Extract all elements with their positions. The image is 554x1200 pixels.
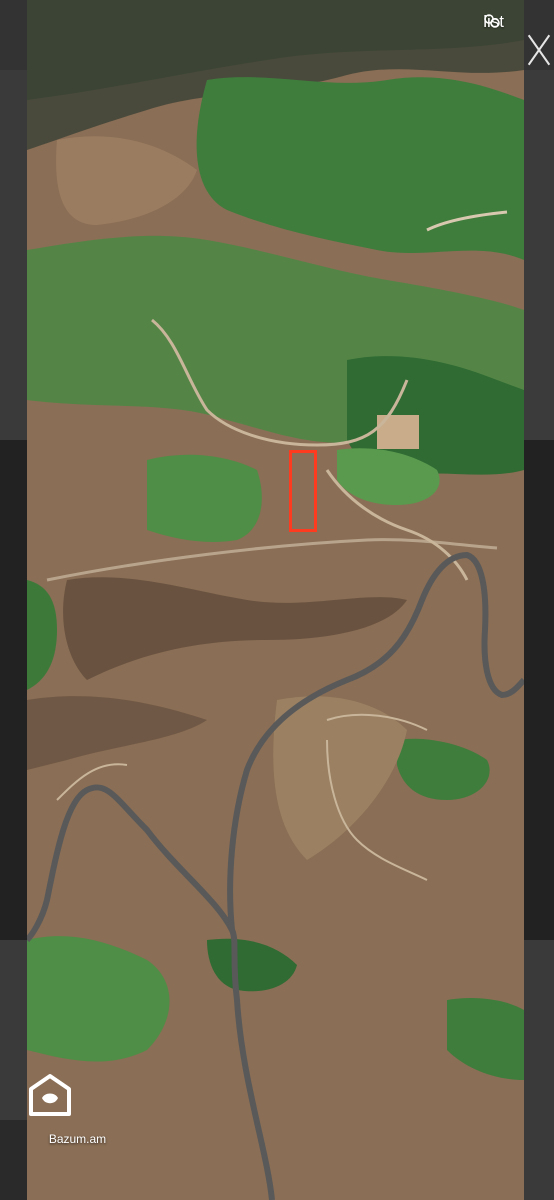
list-view-button[interactable]: list [483, 12, 504, 32]
bazum-logo-icon [29, 1074, 71, 1116]
close-icon[interactable] [526, 28, 552, 72]
list-icon [484, 14, 501, 28]
background-page-right [524, 0, 554, 1200]
bazum-watermark: Bazum.am [27, 1072, 128, 1200]
satellite-image [27, 0, 524, 1200]
background-page-left [0, 0, 27, 1200]
satellite-map-viewer[interactable]: list Bazum.am [27, 0, 524, 1200]
parcel-highlight-marker [289, 450, 317, 532]
watermark-label: Bazum.am [48, 1132, 107, 1146]
